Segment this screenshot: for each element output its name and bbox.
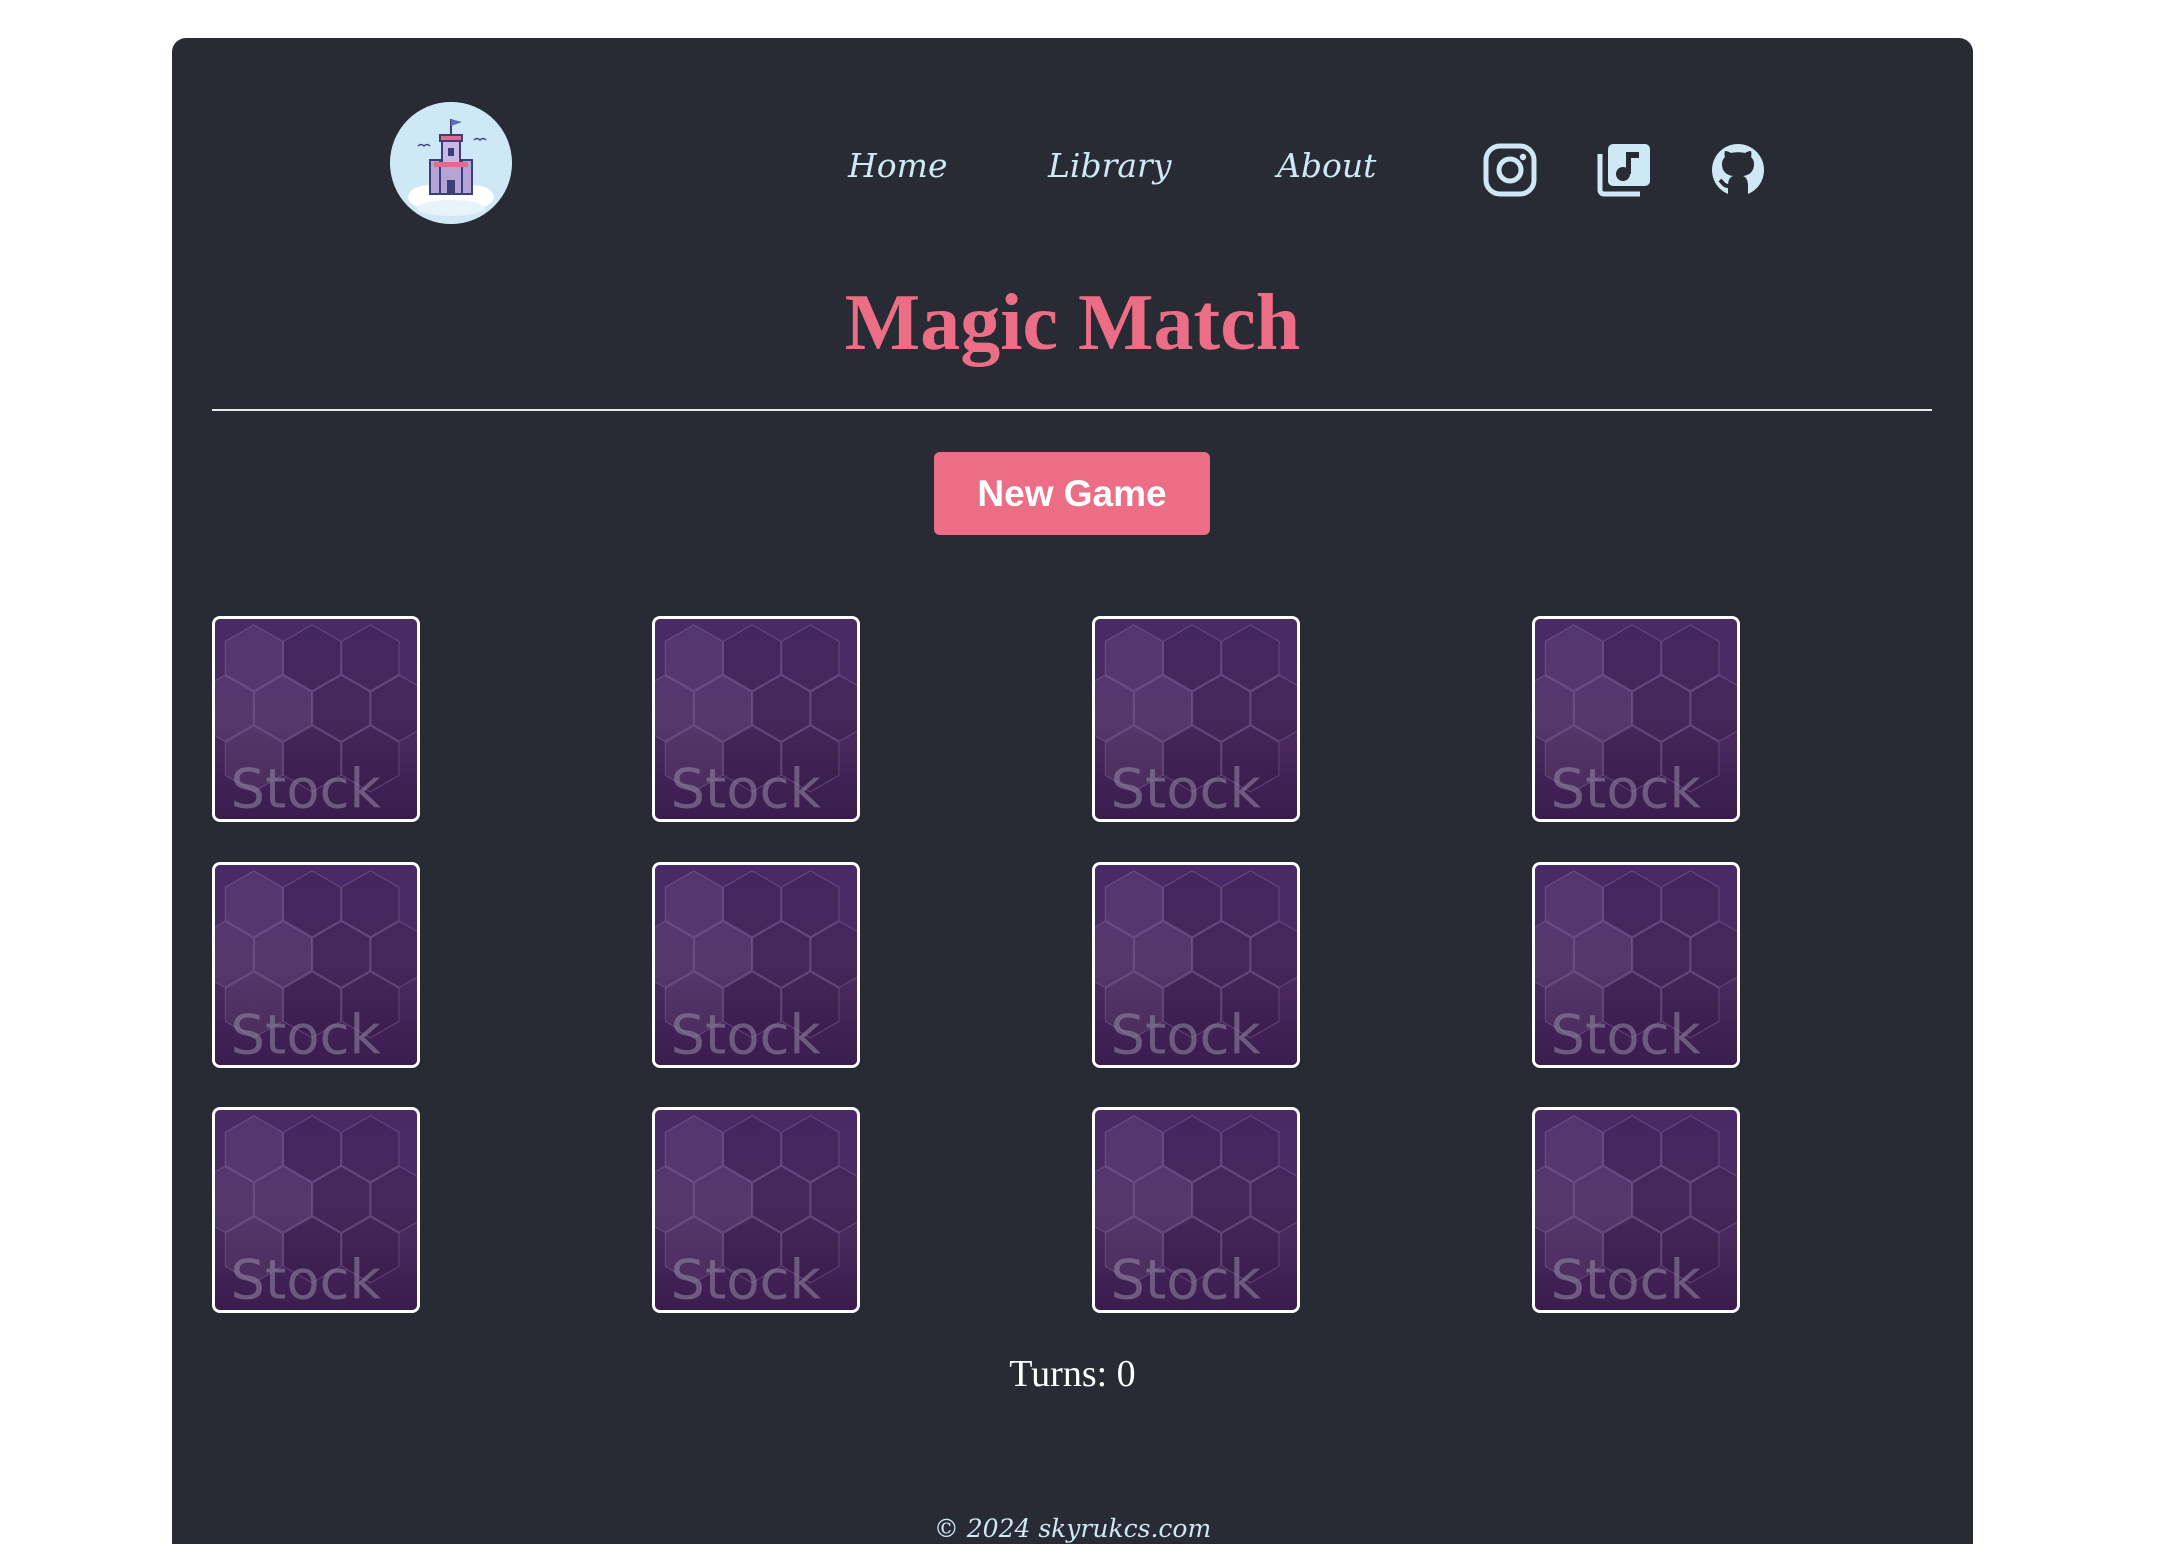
card-back-pattern: Stock <box>1095 865 1297 1065</box>
card-back[interactable]: Stock <box>1092 1107 1300 1313</box>
card-back[interactable]: Stock <box>652 616 860 822</box>
turns-counter: Turns: 0 <box>1009 1353 1136 1395</box>
card-back[interactable]: Stock <box>1532 1107 1740 1313</box>
castle-logo-image <box>390 102 512 224</box>
card-back[interactable]: Stock <box>1532 862 1740 1068</box>
footer-copyright: © 2024 skyrukcs.com <box>933 1514 1212 1543</box>
nav-library-link[interactable]: Library <box>1048 146 1171 185</box>
card-back-pattern: Stock <box>655 865 857 1065</box>
card-back-pattern: Stock <box>215 865 417 1065</box>
card-watermark: Stock <box>231 757 382 819</box>
card-back[interactable]: Stock <box>212 616 420 822</box>
castle-logo[interactable] <box>390 102 512 224</box>
music-library-icon[interactable] <box>1596 142 1652 198</box>
game-title: Magic Match <box>844 279 1301 367</box>
card-watermark: Stock <box>231 1003 382 1065</box>
card-back[interactable]: Stock <box>212 1107 420 1313</box>
card-back[interactable]: Stock <box>652 1107 860 1313</box>
github-icon[interactable] <box>1710 142 1766 198</box>
card-back-pattern: Stock <box>1535 1110 1737 1310</box>
instagram-icon[interactable] <box>1482 142 1538 198</box>
card-watermark: Stock <box>1551 1003 1702 1065</box>
card-watermark: Stock <box>231 1248 382 1310</box>
title-divider <box>212 409 1932 411</box>
card-watermark: Stock <box>671 1248 822 1310</box>
card-back[interactable]: Stock <box>212 862 420 1068</box>
card-back-pattern: Stock <box>1095 1110 1297 1310</box>
app-panel: Home Library About Magic Match New Game … <box>172 38 1973 1544</box>
card-watermark: Stock <box>671 757 822 819</box>
card-back-pattern: Stock <box>1535 619 1737 819</box>
card-watermark: Stock <box>1111 1248 1262 1310</box>
card-back[interactable]: Stock <box>1092 862 1300 1068</box>
card-watermark: Stock <box>1551 757 1702 819</box>
card-back-pattern: Stock <box>655 619 857 819</box>
card-watermark: Stock <box>671 1003 822 1065</box>
card-back-pattern: Stock <box>1095 619 1297 819</box>
nav-about-link[interactable]: About <box>1277 146 1376 185</box>
card-back-pattern: Stock <box>215 619 417 819</box>
card-back[interactable]: Stock <box>1532 616 1740 822</box>
card-back-pattern: Stock <box>215 1110 417 1310</box>
card-watermark: Stock <box>1111 757 1262 819</box>
card-back[interactable]: Stock <box>1092 616 1300 822</box>
card-back-pattern: Stock <box>1535 865 1737 1065</box>
new-game-button[interactable]: New Game <box>934 452 1210 535</box>
card-back[interactable]: Stock <box>652 862 860 1068</box>
card-back-pattern: Stock <box>655 1110 857 1310</box>
card-watermark: Stock <box>1111 1003 1262 1065</box>
card-watermark: Stock <box>1551 1248 1702 1310</box>
nav-home-link[interactable]: Home <box>848 146 947 185</box>
